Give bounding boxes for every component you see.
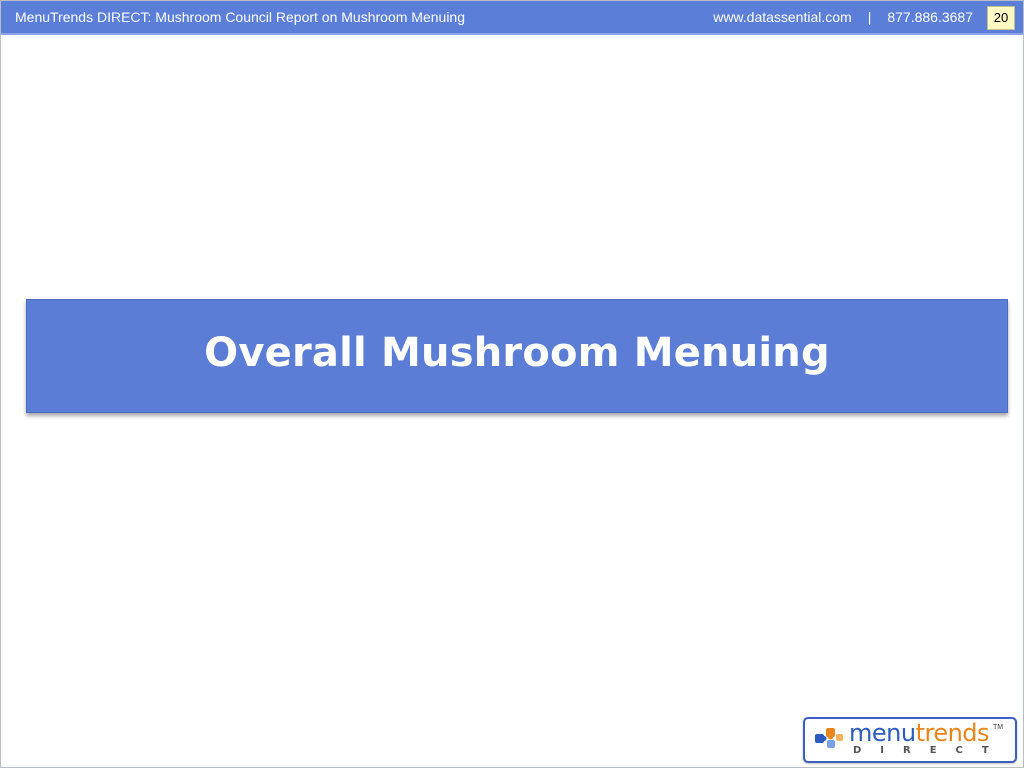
logo-wordmark: menutrends: [849, 719, 990, 747]
page-number: 20: [987, 6, 1015, 30]
slide: MenuTrends DIRECT: Mushroom Council Repo…: [0, 0, 1024, 768]
logo-subtext: DIRECT: [853, 745, 1008, 756]
logo-word-menu: menu: [849, 719, 916, 747]
contact-info: www.datassential.com | 877.886.3687: [713, 9, 973, 25]
puzzle-pieces-icon: [815, 728, 843, 748]
header-bar: MenuTrends DIRECT: Mushroom Council Repo…: [1, 1, 1023, 35]
website-link[interactable]: www.datassential.com: [713, 9, 852, 25]
report-title: MenuTrends DIRECT: Mushroom Council Repo…: [15, 9, 465, 25]
logo-trademark: TM: [993, 724, 1004, 731]
menutrends-logo: menutrends TM DIRECT: [803, 717, 1017, 763]
section-title-band: Overall Mushroom Menuing: [26, 299, 1008, 413]
phone-number: 877.886.3687: [887, 9, 973, 25]
section-title: Overall Mushroom Menuing: [204, 330, 830, 376]
separator: |: [867, 9, 872, 25]
logo-word-trends: trends: [915, 719, 990, 747]
